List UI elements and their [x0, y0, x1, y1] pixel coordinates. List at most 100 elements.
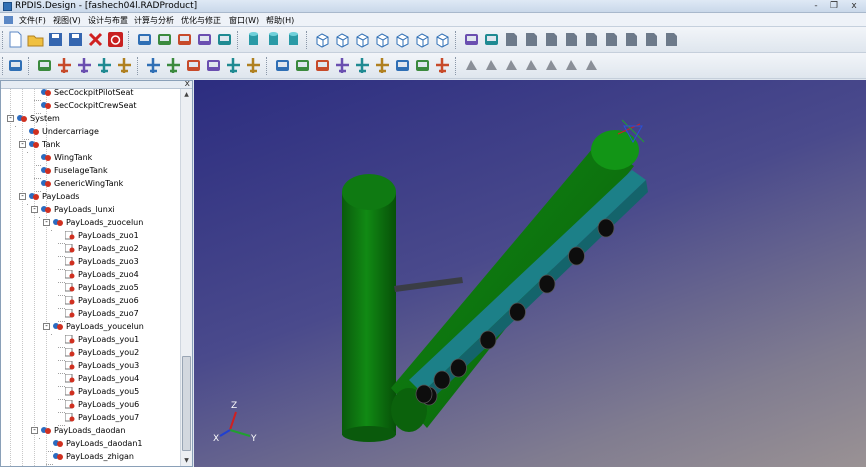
wheel[interactable] [597, 218, 615, 238]
layer-b-icon[interactable] [482, 30, 501, 49]
tree-item[interactable]: SecCockpitPilotSeat [1, 86, 179, 99]
tree-item[interactable]: - PayLoads_youcelun [1, 320, 179, 333]
tree-expander-icon[interactable]: - [43, 323, 50, 330]
tree-item[interactable]: WingTank [1, 151, 179, 164]
menu-window[interactable]: 窗口(W) [229, 15, 259, 26]
doc-2-icon[interactable] [522, 30, 541, 49]
tree-expander-icon[interactable]: - [31, 427, 38, 434]
close-button[interactable]: x [846, 1, 862, 12]
aircraft-g-icon[interactable] [224, 56, 243, 75]
save-as-icon[interactable] [66, 30, 85, 49]
tree-item[interactable]: FuselageTank [1, 164, 179, 177]
tree-item[interactable]: PayLoads_zuo5 [1, 281, 179, 294]
doc-7-icon[interactable] [622, 30, 641, 49]
doc-3-icon[interactable] [542, 30, 561, 49]
wheel[interactable] [415, 384, 433, 404]
tree-scrollbar[interactable]: ▲ ▼ [180, 89, 192, 466]
tree-item[interactable]: PayLoads_zuo6 [1, 294, 179, 307]
scroll-thumb[interactable] [182, 356, 191, 451]
layer-a-icon[interactable] [462, 30, 481, 49]
doc-9-icon[interactable] [662, 30, 681, 49]
cube-top-icon[interactable] [373, 30, 392, 49]
tree-item[interactable]: PayLoads_zhigan [1, 450, 179, 463]
doc-4-icon[interactable] [562, 30, 581, 49]
toolbar-grip[interactable] [2, 31, 5, 49]
tree-item[interactable]: PayLoads_zuo2 [1, 242, 179, 255]
tree-item[interactable]: PayLoads_you2 [1, 346, 179, 359]
toolbar-grip[interactable] [2, 57, 5, 75]
connector-strut[interactable] [394, 277, 463, 292]
panel-b-icon[interactable] [293, 56, 312, 75]
wheel[interactable] [509, 302, 526, 322]
tree-item[interactable]: PayLoads_you4 [1, 372, 179, 385]
new-file-icon[interactable] [6, 30, 25, 49]
aircraft-e-icon[interactable] [144, 56, 163, 75]
wheel[interactable] [479, 330, 497, 350]
tree-item[interactable]: PayLoads_zuo7 [1, 307, 179, 320]
tree-layout-icon[interactable] [155, 30, 174, 49]
cylinder-icon[interactable] [244, 30, 263, 49]
save-icon[interactable] [46, 30, 65, 49]
component-f-icon[interactable] [562, 56, 581, 75]
tree-item[interactable]: - PayLoads_zuocelun [1, 216, 179, 229]
component-e-icon[interactable] [542, 56, 561, 75]
wing-body-icon[interactable] [35, 56, 54, 75]
tree-expander-icon[interactable]: - [43, 219, 50, 226]
component-b-icon[interactable] [482, 56, 501, 75]
panel-c-icon[interactable] [313, 56, 332, 75]
menu-help[interactable]: 帮助(H) [266, 15, 294, 26]
doc-5-icon[interactable] [582, 30, 601, 49]
component-c-icon[interactable] [502, 56, 521, 75]
wheel[interactable] [433, 370, 451, 390]
cube-bottom-icon[interactable] [393, 30, 412, 49]
aircraft-c-icon[interactable] [95, 56, 114, 75]
menu-optimize-correct[interactable]: 优化与修正 [181, 15, 221, 26]
view-top-icon[interactable] [195, 30, 214, 49]
fuselage-b-icon[interactable] [204, 56, 223, 75]
tree-item[interactable]: PayLoads_zuo3 [1, 255, 179, 268]
3d-scene[interactable]: Z X Y [194, 80, 866, 467]
3d-viewport[interactable]: Z X Y [194, 80, 866, 467]
component-a-icon[interactable] [462, 56, 481, 75]
tree-item[interactable]: - Tank [1, 138, 179, 151]
cube-iso-icon[interactable] [313, 30, 332, 49]
aircraft-j-icon[interactable] [353, 56, 372, 75]
delete-icon[interactable] [86, 30, 105, 49]
component-g-icon[interactable] [582, 56, 601, 75]
zoom-fit-icon[interactable] [135, 30, 154, 49]
menu-design-layout[interactable]: 设计与布置 [88, 15, 128, 26]
cylinder-arrow-icon[interactable] [284, 30, 303, 49]
tree-item[interactable]: PayLoads_you5 [1, 385, 179, 398]
scroll-up-icon[interactable]: ▲ [181, 89, 192, 100]
cube-front-icon[interactable] [333, 30, 352, 49]
doc-1-icon[interactable] [502, 30, 521, 49]
tree-expander-icon[interactable]: - [31, 206, 38, 213]
view-full-icon[interactable] [175, 30, 194, 49]
power-icon[interactable] [106, 30, 125, 49]
aircraft-f-icon[interactable] [164, 56, 183, 75]
wheel[interactable] [568, 246, 585, 266]
landing-gear-rail[interactable] [409, 170, 648, 405]
cube-back-icon[interactable] [353, 30, 372, 49]
tree-expander-icon[interactable]: - [19, 193, 26, 200]
tree-item[interactable]: - PayLoads [1, 190, 179, 203]
aircraft-i-icon[interactable] [333, 56, 352, 75]
scroll-down-icon[interactable]: ▼ [181, 455, 192, 466]
tree-item[interactable]: Undercarriage [1, 125, 179, 138]
tree-item[interactable]: PayLoads_daodan1 [1, 437, 179, 450]
menu-file[interactable]: 文件(F) [19, 15, 46, 26]
gear-icon[interactable] [393, 56, 412, 75]
tank-icon[interactable] [413, 56, 432, 75]
aircraft-k-icon[interactable] [373, 56, 392, 75]
doc-6-icon[interactable] [602, 30, 621, 49]
fuselage-a-icon[interactable] [184, 56, 203, 75]
view-bottom-icon[interactable] [215, 30, 234, 49]
vertical-cylinder[interactable] [342, 174, 396, 442]
tree-item[interactable]: - System [1, 112, 179, 125]
aircraft-a-icon[interactable] [55, 56, 74, 75]
tree-item[interactable]: PayLoads_zuo1 [1, 229, 179, 242]
open-folder-icon[interactable] [26, 30, 45, 49]
cube-right-icon[interactable] [433, 30, 452, 49]
tree-item[interactable]: PayLoads_you7 [1, 411, 179, 424]
doc-8-icon[interactable] [642, 30, 661, 49]
